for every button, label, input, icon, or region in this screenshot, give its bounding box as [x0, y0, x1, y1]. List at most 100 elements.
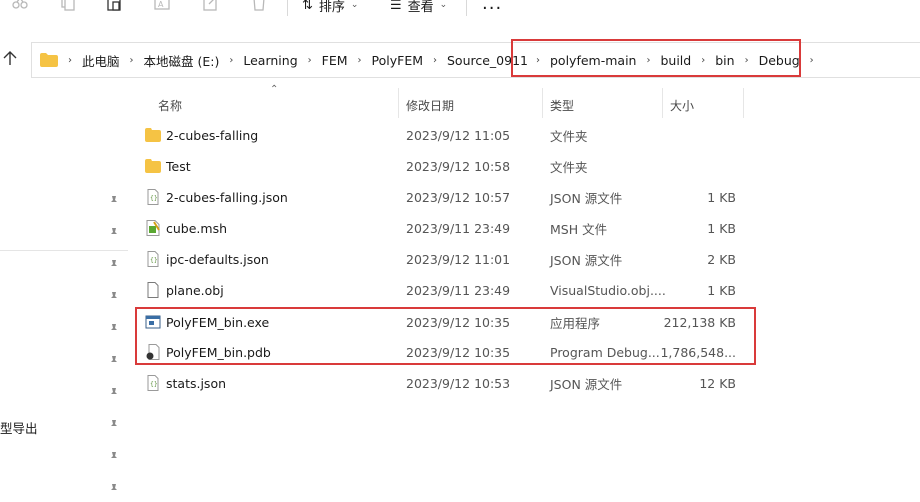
file-row[interactable]: plane.obj 2023/9/11 23:49 VisualStudio.o…	[138, 275, 758, 305]
file-date: 2023/9/12 10:58	[406, 158, 511, 174]
file-date: 2023/9/11 23:49	[406, 220, 511, 236]
file-name: stats.json	[166, 375, 227, 391]
view-icon: ☰	[390, 0, 402, 13]
file-size	[662, 120, 736, 150]
chevron-right-icon[interactable]: ›	[308, 55, 312, 66]
nav-divider	[0, 250, 128, 251]
file-name: cube.msh	[166, 220, 228, 236]
breadcrumb-item[interactable]: 本地磁盘 (E:)	[144, 51, 220, 70]
column-header-size[interactable]: 大小	[670, 94, 694, 116]
folder-icon	[145, 127, 161, 143]
folder-icon	[145, 158, 161, 174]
chevron-right-icon[interactable]: ›	[130, 55, 134, 66]
file-size: 12 KB	[699, 375, 736, 391]
pin-icon[interactable]	[108, 259, 120, 271]
toolbar-divider	[466, 0, 467, 16]
nav-item-label[interactable]: 型导出	[0, 418, 38, 437]
file-type: JSON 源文件	[550, 190, 623, 206]
breadcrumb-item[interactable]: PolyFEM	[372, 53, 423, 68]
column-divider[interactable]	[542, 88, 543, 118]
delete-icon[interactable]	[251, 0, 267, 12]
file-type: JSON 源文件	[550, 252, 623, 268]
view-label: 查看	[407, 0, 434, 15]
chevron-down-icon: ⌄	[439, 0, 448, 10]
breadcrumb-item[interactable]: Learning	[243, 53, 297, 68]
file-row[interactable]: cube.msh 2023/9/11 23:49 MSH 文件 1 KB	[138, 213, 758, 243]
file-date: 2023/9/12 11:05	[406, 127, 511, 143]
column-divider[interactable]	[743, 88, 744, 118]
file-name: 2-cubes-falling	[166, 127, 259, 143]
file-row[interactable]: {} 2-cubes-falling.json 2023/9/12 10:57 …	[138, 182, 758, 212]
breadcrumb-item[interactable]: 此电脑	[82, 51, 120, 70]
navigation-pane	[0, 80, 128, 502]
rename-icon[interactable]: A	[154, 0, 170, 12]
up-arrow-icon[interactable]	[3, 50, 19, 68]
obj-file-icon	[145, 282, 161, 298]
chevron-right-icon[interactable]: ›	[433, 55, 437, 66]
file-size: 2 KB	[707, 251, 736, 267]
file-date: 2023/9/12 11:01	[406, 251, 511, 267]
file-type: MSH 文件	[550, 221, 608, 237]
pin-icon[interactable]	[108, 227, 120, 239]
view-button[interactable]: ☰ 查看 ⌄	[390, 0, 448, 15]
json-file-icon: {}	[145, 375, 161, 391]
file-name: Test	[166, 158, 191, 174]
breadcrumb-item[interactable]: FEM	[322, 53, 348, 68]
file-row[interactable]: {} ipc-defaults.json 2023/9/12 11:01 JSO…	[138, 244, 758, 274]
files-highlight-box	[135, 307, 756, 365]
column-divider[interactable]	[398, 88, 399, 118]
chevron-right-icon[interactable]: ›	[810, 55, 814, 66]
file-size	[662, 151, 736, 181]
chevron-right-icon[interactable]: ›	[229, 55, 233, 66]
file-name: ipc-defaults.json	[166, 251, 269, 267]
pin-icon[interactable]	[108, 483, 120, 495]
file-row[interactable]: {} stats.json 2023/9/12 10:53 JSON 源文件 1…	[138, 368, 758, 398]
pin-icon[interactable]	[108, 355, 120, 367]
pin-icon[interactable]	[108, 419, 120, 431]
sort-button[interactable]: ⇅ 排序 ⌄	[302, 0, 359, 15]
svg-text:{}: {}	[150, 381, 158, 388]
paste-icon[interactable]	[106, 0, 122, 12]
file-size: 1 KB	[707, 220, 736, 236]
column-divider[interactable]	[662, 88, 663, 118]
chevron-right-icon[interactable]: ›	[68, 55, 72, 66]
column-header-type[interactable]: 类型	[550, 94, 574, 116]
file-name: plane.obj	[166, 282, 224, 298]
pin-icon[interactable]	[108, 451, 120, 463]
path-highlight-box	[511, 39, 801, 77]
file-row[interactable]: 2-cubes-falling 2023/9/12 11:05 文件夹	[138, 120, 758, 150]
cut-icon[interactable]	[12, 0, 28, 12]
toolbar-divider	[287, 0, 288, 16]
chevron-down-icon: ⌄	[350, 0, 359, 10]
more-options-button[interactable]: ···	[482, 0, 502, 19]
sort-label: 排序	[318, 0, 345, 15]
share-icon[interactable]	[203, 0, 219, 12]
file-size: 1 KB	[707, 282, 736, 298]
column-header-name[interactable]: 名称	[158, 94, 182, 116]
file-date: 2023/9/12 10:57	[406, 189, 511, 205]
pin-icon[interactable]	[108, 323, 120, 335]
sort-ascending-icon: ⌃	[270, 84, 279, 95]
chevron-right-icon[interactable]: ›	[358, 55, 362, 66]
file-size: 1 KB	[707, 189, 736, 205]
msh-file-icon	[145, 220, 161, 236]
json-file-icon: {}	[145, 251, 161, 267]
file-row[interactable]: Test 2023/9/12 10:58 文件夹	[138, 151, 758, 181]
file-type: 文件夹	[550, 128, 588, 144]
command-bar: A ⇅ 排序 ⌄ ☰ 查看 ⌄ ···	[0, 0, 920, 19]
svg-text:A: A	[158, 0, 164, 9]
copy-icon[interactable]	[60, 0, 76, 12]
file-type: 文件夹	[550, 159, 588, 175]
pin-icon[interactable]	[108, 387, 120, 399]
pin-icon[interactable]	[108, 195, 120, 207]
svg-text:{}: {}	[150, 195, 158, 202]
json-file-icon: {}	[145, 189, 161, 205]
file-date: 2023/9/11 23:49	[406, 282, 511, 298]
file-type: VisualStudio.obj....	[550, 282, 666, 298]
file-type: JSON 源文件	[550, 376, 623, 392]
column-header-date[interactable]: 修改日期	[406, 94, 454, 116]
pin-icon[interactable]	[108, 291, 120, 303]
sort-icon: ⇅	[302, 0, 313, 13]
file-name: 2-cubes-falling.json	[166, 189, 288, 205]
svg-text:{}: {}	[150, 257, 158, 264]
